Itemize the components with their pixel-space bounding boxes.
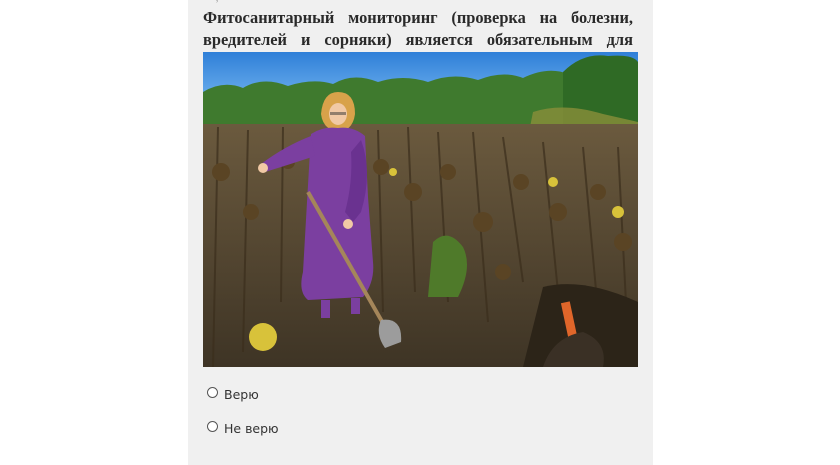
option-label: Верю: [224, 386, 259, 402]
radio-unchecked-icon[interactable]: [207, 387, 218, 398]
radio-unchecked-icon[interactable]: [207, 421, 218, 432]
question-photo: [203, 52, 638, 367]
option-believe[interactable]: Верю: [207, 384, 279, 404]
option-label: Не верю: [224, 420, 279, 436]
option-not-believe[interactable]: Не верю: [207, 418, 279, 438]
answer-options: Верю Не верю: [207, 384, 279, 452]
cropped-text-fragment: · ,·: [210, 0, 230, 4]
